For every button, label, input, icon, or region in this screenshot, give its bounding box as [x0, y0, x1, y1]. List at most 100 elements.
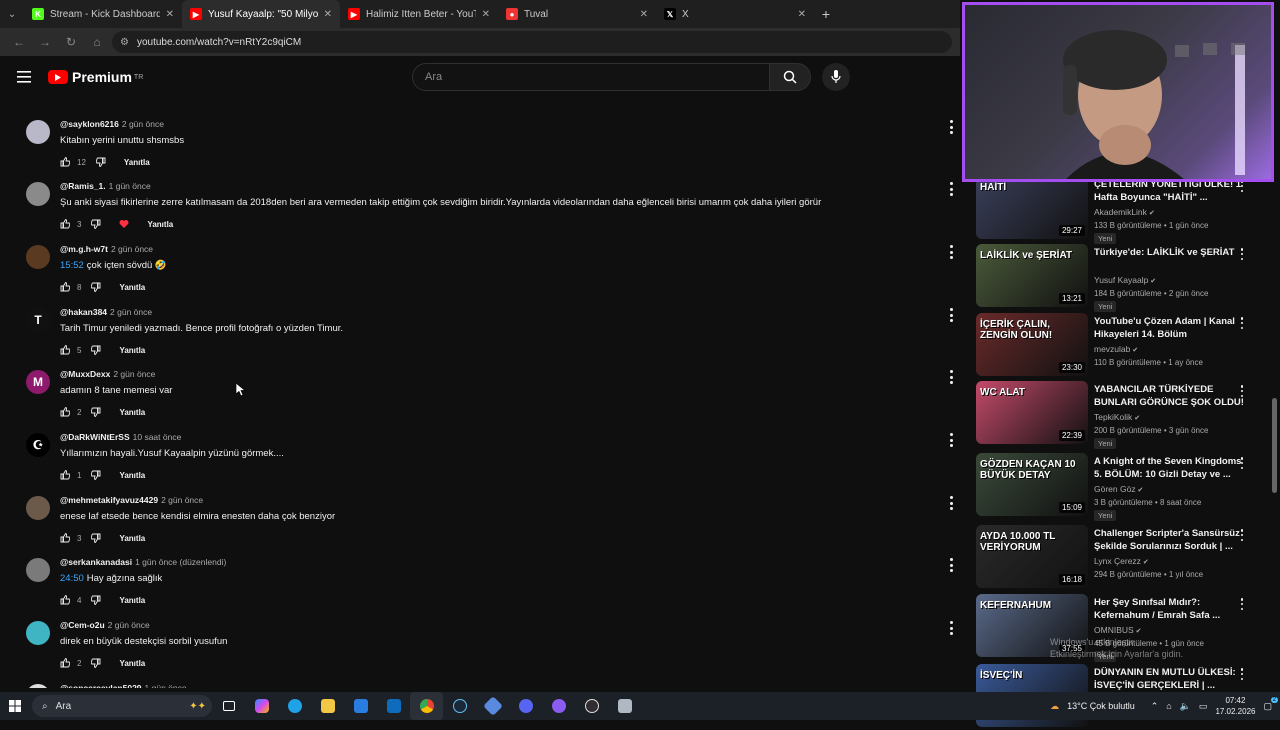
- comment-author[interactable]: @MuxxDexx: [60, 369, 110, 379]
- video-menu-icon[interactable]: [1238, 668, 1246, 680]
- tab-close-icon[interactable]: ✕: [798, 9, 806, 20]
- tab-close-icon[interactable]: ✕: [166, 9, 174, 20]
- comment-time[interactable]: 1 gün önce (düzenlendi): [135, 557, 226, 567]
- reply-button[interactable]: Yanıtla: [119, 659, 145, 668]
- home-icon[interactable]: ⌂: [86, 31, 108, 53]
- video-menu-icon[interactable]: [1238, 248, 1246, 260]
- video-title[interactable]: A Knight of the Seven Kingdoms 5. BÖLÜM:…: [1094, 455, 1244, 481]
- recommended-video[interactable]: İÇERİK ÇALIN, ZENGİN OLUN! 23:30 YouTube'u…: [976, 313, 1256, 379]
- reply-button[interactable]: Yanıtla: [119, 471, 145, 480]
- comment-time[interactable]: 2 gün önce: [110, 307, 152, 317]
- recommended-video[interactable]: WC ALAT 22:39 YABANCILAR TÜRKİYEDE BUNLARI…: [976, 381, 1256, 449]
- voice-search-button[interactable]: [822, 63, 850, 91]
- channel-name[interactable]: Lynx Çerezz ✔: [1094, 556, 1149, 566]
- like-icon[interactable]: [60, 344, 74, 356]
- app-icon-grey[interactable]: [608, 692, 641, 720]
- comment-author[interactable]: @Cem-o2u: [60, 620, 105, 630]
- video-thumbnail[interactable]: WC ALAT 22:39: [976, 381, 1088, 444]
- like-icon[interactable]: [60, 406, 74, 418]
- video-thumbnail[interactable]: LAİKLİK ve ŞERİAT 13:21: [976, 244, 1088, 307]
- dislike-icon[interactable]: [91, 469, 105, 481]
- back-icon[interactable]: ←: [8, 31, 30, 53]
- like-icon[interactable]: [60, 469, 74, 481]
- comment-time[interactable]: 1 gün önce: [109, 181, 151, 191]
- video-menu-icon[interactable]: [1238, 317, 1246, 329]
- dislike-icon[interactable]: [91, 657, 105, 669]
- like-icon[interactable]: [60, 218, 74, 230]
- battery-icon[interactable]: ▭: [1199, 701, 1208, 712]
- forward-icon[interactable]: →: [34, 31, 56, 53]
- clock[interactable]: 07:42 17.02.2026: [1215, 695, 1255, 717]
- app-icon-blue[interactable]: [476, 692, 509, 720]
- video-thumbnail[interactable]: HAİTİ 29:27: [976, 176, 1088, 239]
- weather-text[interactable]: 13°C Çok bulutlu: [1067, 701, 1135, 711]
- channel-name[interactable]: Gören Göz ✔: [1094, 484, 1143, 494]
- browser-tab[interactable]: K Stream - Kick Dashboard ✕: [24, 0, 182, 28]
- recommended-video[interactable]: LAİKLİK ve ŞERİAT 13:21 Türkiye'de: LAİKLİ…: [976, 244, 1256, 312]
- dislike-icon[interactable]: [95, 156, 110, 168]
- site-info-icon[interactable]: ⚙: [120, 37, 129, 48]
- reply-button[interactable]: Yanıtla: [147, 220, 173, 229]
- obs-icon[interactable]: [575, 692, 608, 720]
- comment-menu-icon[interactable]: [946, 496, 956, 510]
- reply-button[interactable]: Yanıtla: [119, 408, 145, 417]
- dislike-icon[interactable]: [91, 594, 105, 606]
- video-thumbnail[interactable]: GÖZDEN KAÇAN 10 BÜYÜK DETAY 15:09: [976, 453, 1088, 516]
- outlook-icon[interactable]: [377, 692, 410, 720]
- tray-overflow-icon[interactable]: ⌃: [1151, 701, 1159, 712]
- recommended-video[interactable]: HAİTİ 29:27 ÇETELERİN YÖNETTİĞİ ÜLKE! 1 Ha…: [976, 176, 1256, 244]
- avatar[interactable]: [26, 684, 50, 688]
- avatar[interactable]: [26, 182, 50, 206]
- video-menu-icon[interactable]: [1238, 385, 1246, 397]
- chrome-icon[interactable]: [410, 692, 443, 720]
- video-menu-icon[interactable]: [1238, 529, 1246, 541]
- tab-close-icon[interactable]: ✕: [324, 9, 332, 20]
- comment-author[interactable]: @mehmetakifyavuz4429: [60, 495, 158, 505]
- comment-author[interactable]: @sayklon6216: [60, 119, 119, 129]
- avatar[interactable]: M: [26, 370, 50, 394]
- menu-icon[interactable]: [0, 56, 48, 98]
- network-icon[interactable]: ⌂: [1166, 701, 1171, 711]
- new-tab-button[interactable]: +: [814, 6, 838, 22]
- weather-icon[interactable]: ☁: [1050, 701, 1059, 712]
- dislike-icon[interactable]: [91, 406, 105, 418]
- tab-close-icon[interactable]: ✕: [482, 9, 490, 20]
- reload-icon[interactable]: ↻: [60, 31, 82, 53]
- address-bar[interactable]: ⚙ youtube.com/watch?v=nRtY2c9qiCM: [112, 31, 952, 53]
- notification-icon[interactable]: ▢ 2: [1263, 696, 1278, 712]
- like-icon[interactable]: [60, 657, 74, 669]
- comment-author[interactable]: @m.g.h-w7t: [60, 244, 108, 254]
- comment-author[interactable]: @hakan384: [60, 307, 107, 317]
- avatar[interactable]: ☪: [26, 433, 50, 457]
- like-icon[interactable]: [60, 532, 74, 544]
- video-title[interactable]: Her Şey Sınıfsal Mıdır?: Kefernahum / Em…: [1094, 596, 1244, 622]
- avatar[interactable]: T: [26, 308, 50, 332]
- video-title[interactable]: Challenger Scripter'a Sansürsüz Şekilde …: [1094, 527, 1244, 553]
- comment-timestamp-link[interactable]: 24:50: [60, 573, 84, 584]
- comment-menu-icon[interactable]: [946, 308, 956, 322]
- comment-menu-icon[interactable]: [946, 433, 956, 447]
- page-scrollbar[interactable]: [1272, 398, 1277, 493]
- tab-search-menu-icon[interactable]: ⌄: [0, 0, 24, 28]
- dislike-icon[interactable]: [91, 281, 105, 293]
- reply-button[interactable]: Yanıtla: [119, 596, 145, 605]
- comment-time[interactable]: 10 saat önce: [133, 432, 182, 442]
- search-input[interactable]: Ara: [412, 63, 770, 91]
- browser-tab[interactable]: 𝕏 X ✕: [656, 0, 814, 28]
- comment-time[interactable]: 1 gün önce: [145, 683, 187, 688]
- comment-menu-icon[interactable]: [946, 558, 956, 572]
- comment-menu-icon[interactable]: [946, 182, 956, 196]
- video-title[interactable]: YouTube'u Çözen Adam | Kanal Hikayeleri …: [1094, 315, 1244, 341]
- comment-author[interactable]: @DaRkWiNtErSS: [60, 432, 130, 442]
- channel-name[interactable]: OMNIBUS ✔: [1094, 625, 1141, 635]
- search-button[interactable]: [769, 63, 811, 91]
- avatar[interactable]: [26, 496, 50, 520]
- like-icon[interactable]: [60, 156, 74, 168]
- comment-time[interactable]: 2 gün önce: [122, 119, 164, 129]
- file-explorer-icon[interactable]: [311, 692, 344, 720]
- dislike-icon[interactable]: [91, 532, 105, 544]
- video-thumbnail[interactable]: İÇERİK ÇALIN, ZENGİN OLUN! 23:30: [976, 313, 1088, 376]
- like-icon[interactable]: [60, 281, 74, 293]
- app-icon-purple[interactable]: [542, 692, 575, 720]
- reply-button[interactable]: Yanıtla: [119, 283, 145, 292]
